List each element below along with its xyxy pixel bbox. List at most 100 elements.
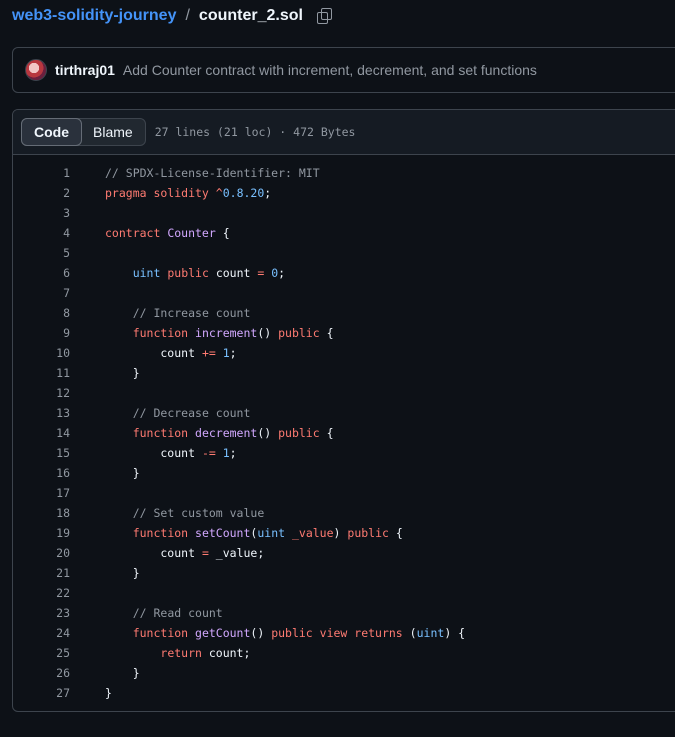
code-token: 1 — [222, 446, 230, 460]
line-number[interactable]: 7 — [13, 283, 70, 303]
line-number[interactable]: 13 — [13, 403, 70, 423]
code-token: return — [160, 646, 202, 660]
line-number[interactable]: 8 — [13, 303, 70, 323]
line-number[interactable]: 3 — [13, 203, 70, 223]
code-line: 13 // Decrease count — [13, 403, 675, 423]
code-token: function — [132, 426, 196, 440]
file-viewer: Code Blame 27 lines (21 loc) · 472 Bytes… — [12, 109, 675, 712]
code-line: 23 // Read count — [13, 603, 675, 623]
code-text: // Set custom value — [70, 503, 265, 523]
code-token: 0.8.20 — [222, 186, 265, 200]
code-token: getCount — [195, 626, 251, 640]
code-line: 25 return count; — [13, 643, 675, 663]
code-token: ( — [402, 626, 417, 640]
code-token: // Increase count — [132, 306, 251, 320]
code-text: count += 1; — [70, 343, 237, 363]
line-number[interactable]: 6 — [13, 263, 70, 283]
line-number[interactable]: 10 — [13, 343, 70, 363]
code-line: 3 — [13, 203, 675, 223]
repo-link[interactable]: web3-solidity-journey — [12, 7, 176, 25]
code-token: setCount — [195, 526, 251, 540]
code-token: contract — [105, 226, 168, 240]
line-number[interactable]: 21 — [13, 563, 70, 583]
code-token: function — [132, 626, 196, 640]
code-text: contract Counter { — [70, 223, 230, 243]
code-line: 27} — [13, 683, 675, 703]
code-token: count — [105, 546, 202, 560]
line-number[interactable]: 15 — [13, 443, 70, 463]
code-token: ) — [333, 526, 348, 540]
line-number[interactable]: 12 — [13, 383, 70, 403]
commit-message[interactable]: Add Counter contract with increment, dec… — [123, 62, 537, 78]
code-line: 12 — [13, 383, 675, 403]
line-number[interactable]: 14 — [13, 423, 70, 443]
code-text: function setCount(uint _value) public { — [70, 523, 403, 543]
code-token: = — [201, 546, 209, 560]
line-number[interactable]: 18 — [13, 503, 70, 523]
code-text: function getCount() public view returns … — [70, 623, 465, 643]
code-token: uint — [132, 266, 161, 280]
code-token: ) { — [444, 626, 466, 640]
avatar[interactable] — [25, 59, 47, 81]
code-text: } — [70, 363, 140, 383]
line-number[interactable]: 22 — [13, 583, 70, 603]
code-text: } — [70, 463, 140, 483]
copy-path-icon[interactable] — [316, 8, 333, 24]
line-number[interactable]: 27 — [13, 683, 70, 703]
line-number[interactable]: 26 — [13, 663, 70, 683]
code-line: 19 function setCount(uint _value) public… — [13, 523, 675, 543]
code-text: count -= 1; — [70, 443, 236, 463]
line-number[interactable]: 5 — [13, 243, 70, 263]
code-token: ^ — [215, 186, 223, 200]
code-token: } — [105, 566, 140, 580]
code-line: 8 // Increase count — [13, 303, 675, 323]
line-number[interactable]: 25 — [13, 643, 70, 663]
code-text: } — [70, 663, 140, 683]
code-token: -= — [201, 446, 216, 460]
code-token: count — [105, 346, 202, 360]
commit-author[interactable]: tirthraj01 — [55, 62, 115, 78]
code-token: ; — [229, 346, 237, 360]
breadcrumb-separator: / — [185, 7, 190, 24]
code-text: } — [70, 683, 112, 703]
line-number[interactable]: 16 — [13, 463, 70, 483]
code-line: 9 function increment() public { — [13, 323, 675, 343]
code-text: // Increase count — [70, 303, 251, 323]
line-number[interactable]: 1 — [13, 163, 70, 183]
code-token: count — [208, 266, 258, 280]
code-token: () — [250, 626, 272, 640]
line-number[interactable]: 20 — [13, 543, 70, 563]
code-text: } — [70, 563, 140, 583]
line-number[interactable]: 2 — [13, 183, 70, 203]
code-token: += — [201, 346, 216, 360]
file-header: Code Blame 27 lines (21 loc) · 472 Bytes — [13, 110, 675, 155]
code-token: ; — [264, 186, 272, 200]
tab-code[interactable]: Code — [21, 118, 82, 146]
code-token: increment — [195, 326, 258, 340]
code-line: 22 — [13, 583, 675, 603]
line-number[interactable]: 23 — [13, 603, 70, 623]
line-number[interactable]: 4 — [13, 223, 70, 243]
line-number[interactable]: 9 — [13, 323, 70, 343]
code-token: function — [132, 526, 196, 540]
code-text: // Read count — [70, 603, 223, 623]
line-number[interactable]: 11 — [13, 363, 70, 383]
line-number[interactable]: 24 — [13, 623, 70, 643]
tab-blame[interactable]: Blame — [81, 119, 145, 145]
code-token: public — [167, 266, 209, 280]
line-number[interactable]: 19 — [13, 523, 70, 543]
line-number[interactable]: 17 — [13, 483, 70, 503]
breadcrumb: web3-solidity-journey / counter_2.sol — [12, 6, 333, 26]
code-token: } — [105, 686, 112, 700]
code-token: { — [319, 326, 334, 340]
